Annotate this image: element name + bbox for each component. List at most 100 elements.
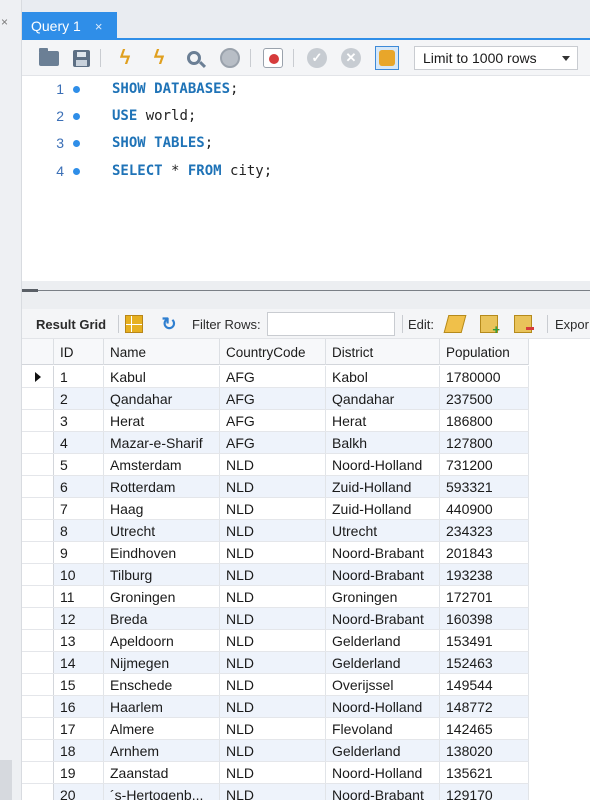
cell-district[interactable]: Balkh [326, 432, 440, 453]
cell-countrycode[interactable]: NLD [220, 740, 326, 761]
sql-editor[interactable]: 1 SHOW DATABASES; 2 USE world; 3 SHOW TA… [22, 76, 590, 280]
cell-countrycode[interactable]: AFG [220, 366, 326, 387]
column-header-countrycode[interactable]: CountryCode [220, 339, 326, 365]
cell-population[interactable]: 149544 [440, 674, 529, 695]
cell-name[interactable]: Haag [104, 498, 220, 519]
table-row[interactable]: 5 Amsterdam NLD Noord-Holland 731200 [22, 454, 529, 476]
row-indicator[interactable] [22, 542, 54, 563]
cell-district[interactable]: Kabol [326, 366, 440, 387]
cell-name[interactable]: Tilburg [104, 564, 220, 585]
stop-on-error-icon[interactable] [262, 47, 284, 69]
save-icon[interactable] [70, 47, 92, 69]
cell-district[interactable]: Gelderland [326, 630, 440, 651]
cell-name[interactable]: Nijmegen [104, 652, 220, 673]
close-icon[interactable]: × [1, 15, 8, 29]
cell-district[interactable]: Gelderland [326, 740, 440, 761]
row-indicator[interactable] [22, 674, 54, 695]
row-indicator[interactable] [22, 718, 54, 739]
filter-rows-input[interactable] [267, 312, 395, 336]
cell-countrycode[interactable]: NLD [220, 696, 326, 717]
cell-district[interactable]: Noord-Brabant [326, 564, 440, 585]
cell-district[interactable]: Noord-Holland [326, 762, 440, 783]
table-row[interactable]: 20 ´s-Hertogenb... NLD Noord-Brabant 129170 [22, 784, 529, 800]
cell-countrycode[interactable]: NLD [220, 608, 326, 629]
tab-query-1[interactable]: Query 1 × [22, 12, 117, 40]
table-row[interactable]: 3 Herat AFG Herat 186800 [22, 410, 529, 432]
cell-name[interactable]: Utrecht [104, 520, 220, 541]
refresh-icon[interactable]: ↻ [160, 315, 178, 333]
column-header-id[interactable]: ID [54, 339, 104, 365]
cell-name[interactable]: Eindhoven [104, 542, 220, 563]
cell-id[interactable]: 12 [54, 608, 104, 629]
cell-name[interactable]: Haarlem [104, 696, 220, 717]
cell-id[interactable]: 6 [54, 476, 104, 497]
cell-countrycode[interactable]: NLD [220, 674, 326, 695]
table-row[interactable]: 7 Haag NLD Zuid-Holland 440900 [22, 498, 529, 520]
table-row[interactable]: 14 Nijmegen NLD Gelderland 152463 [22, 652, 529, 674]
column-header-population[interactable]: Population [440, 339, 529, 365]
table-row[interactable]: 9 Eindhoven NLD Noord-Brabant 201843 [22, 542, 529, 564]
cell-id[interactable]: 14 [54, 652, 104, 673]
cell-population[interactable]: 1780000 [440, 366, 529, 387]
cell-name[interactable]: Herat [104, 410, 220, 431]
cell-population[interactable]: 152463 [440, 652, 529, 673]
row-indicator[interactable] [22, 520, 54, 541]
column-header-district[interactable]: District [326, 339, 440, 365]
cell-population[interactable]: 593321 [440, 476, 529, 497]
row-indicator[interactable] [22, 762, 54, 783]
commit-icon[interactable]: ✓ [306, 47, 328, 69]
cell-id[interactable]: 10 [54, 564, 104, 585]
rollback-icon[interactable]: ✕ [340, 47, 362, 69]
cell-name[interactable]: Kabul [104, 366, 220, 387]
row-indicator[interactable] [22, 586, 54, 607]
execute-current-icon[interactable]: ϟ [148, 47, 170, 69]
cell-district[interactable]: Gelderland [326, 652, 440, 673]
cell-population[interactable]: 440900 [440, 498, 529, 519]
row-indicator[interactable] [22, 454, 54, 475]
cell-id[interactable]: 7 [54, 498, 104, 519]
cell-id[interactable]: 15 [54, 674, 104, 695]
table-row[interactable]: 10 Tilburg NLD Noord-Brabant 193238 [22, 564, 529, 586]
cell-countrycode[interactable]: NLD [220, 542, 326, 563]
cell-district[interactable]: Utrecht [326, 520, 440, 541]
cell-district[interactable]: Qandahar [326, 388, 440, 409]
stop-icon[interactable] [219, 47, 241, 69]
cell-id[interactable]: 5 [54, 454, 104, 475]
row-indicator[interactable] [22, 740, 54, 761]
cell-name[interactable]: Enschede [104, 674, 220, 695]
cell-id[interactable]: 17 [54, 718, 104, 739]
row-indicator[interactable] [22, 630, 54, 651]
table-row[interactable]: 8 Utrecht NLD Utrecht 234323 [22, 520, 529, 542]
cell-name[interactable]: Rotterdam [104, 476, 220, 497]
cell-countrycode[interactable]: NLD [220, 652, 326, 673]
cell-id[interactable]: 9 [54, 542, 104, 563]
row-indicator[interactable] [22, 410, 54, 431]
table-row[interactable]: 15 Enschede NLD Overijssel 149544 [22, 674, 529, 696]
cell-name[interactable]: Almere [104, 718, 220, 739]
cell-population[interactable]: 186800 [440, 410, 529, 431]
cell-id[interactable]: 13 [54, 630, 104, 651]
table-row[interactable]: 2 Qandahar AFG Qandahar 237500 [22, 388, 529, 410]
row-indicator[interactable] [22, 784, 54, 800]
table-row[interactable]: 16 Haarlem NLD Noord-Holland 148772 [22, 696, 529, 718]
explain-icon[interactable] [183, 47, 205, 69]
grid-layout-icon[interactable] [125, 315, 143, 333]
row-indicator[interactable] [22, 388, 54, 409]
table-row[interactable]: 17 Almere NLD Flevoland 142465 [22, 718, 529, 740]
execute-icon[interactable]: ϟ [114, 47, 136, 69]
table-row[interactable]: 12 Breda NLD Noord-Brabant 160398 [22, 608, 529, 630]
cell-id[interactable]: 20 [54, 784, 104, 800]
cell-countrycode[interactable]: AFG [220, 410, 326, 431]
tab-close-icon[interactable]: × [95, 19, 103, 34]
cell-population[interactable]: 193238 [440, 564, 529, 585]
cell-population[interactable]: 138020 [440, 740, 529, 761]
cell-name[interactable]: Amsterdam [104, 454, 220, 475]
table-row[interactable]: 19 Zaanstad NLD Noord-Holland 135621 [22, 762, 529, 784]
cell-district[interactable]: Noord-Brabant [326, 542, 440, 563]
cell-district[interactable]: Noord-Holland [326, 696, 440, 717]
table-row[interactable]: 13 Apeldoorn NLD Gelderland 153491 [22, 630, 529, 652]
cell-name[interactable]: Groningen [104, 586, 220, 607]
cell-id[interactable]: 4 [54, 432, 104, 453]
cell-population[interactable]: 201843 [440, 542, 529, 563]
cell-countrycode[interactable]: NLD [220, 586, 326, 607]
